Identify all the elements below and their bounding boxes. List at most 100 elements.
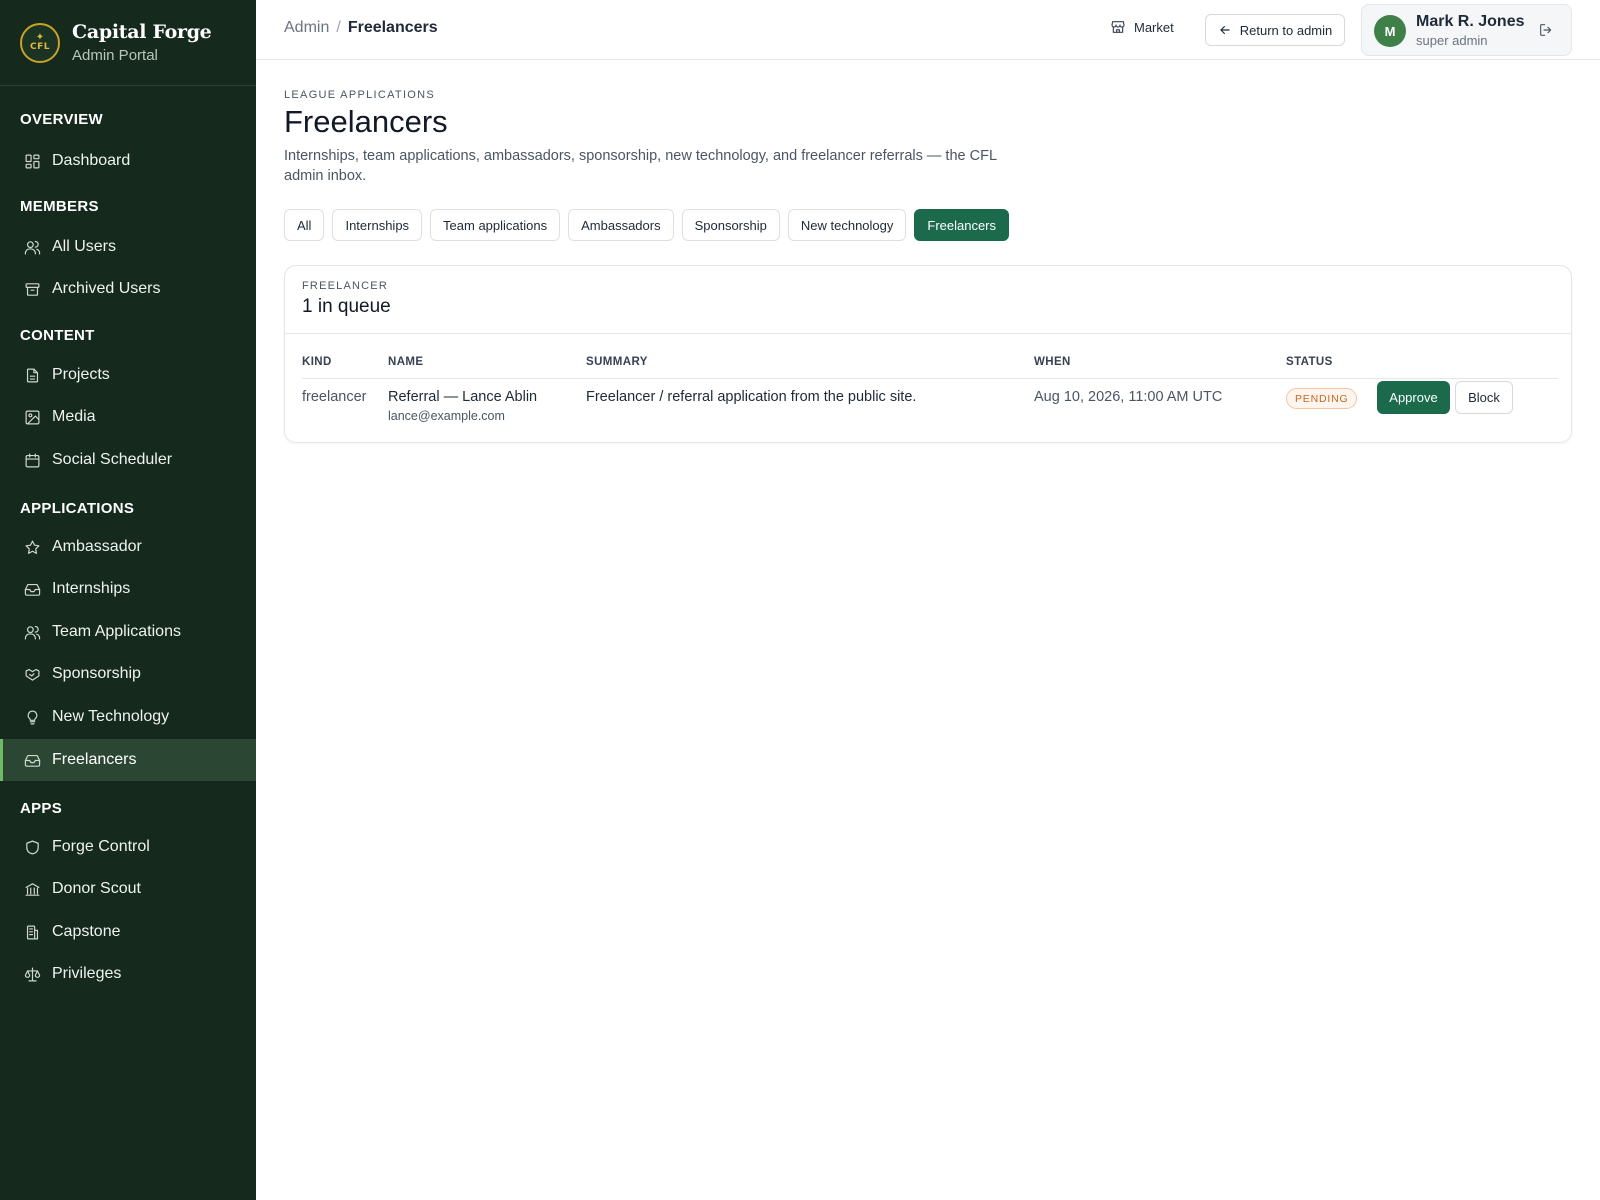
queue-eyebrow: FREELANCER <box>302 280 388 292</box>
user-card[interactable]: M Mark R. Jones super admin <box>1361 4 1572 56</box>
sidebar-item-media[interactable]: Media <box>0 396 256 438</box>
page-description: Internships, team applications, ambassad… <box>284 148 997 184</box>
nav-section-content: CONTENT <box>20 327 95 344</box>
inbox-icon <box>24 754 41 767</box>
header-divider <box>302 378 1558 379</box>
brand-logo: ✦ CFL <box>20 22 60 63</box>
users-icon <box>24 625 41 639</box>
sidebar-item-internships[interactable]: Internships <box>0 568 256 610</box>
building-icon <box>26 925 39 939</box>
approve-button[interactable]: Approve <box>1377 381 1450 414</box>
user-role: super admin <box>1416 33 1488 48</box>
filter-ambassadors[interactable]: Ambassadors <box>568 209 674 241</box>
brand-title: Capital Forge <box>72 21 212 43</box>
breadcrumb-admin-link[interactable]: Admin <box>284 19 329 37</box>
sidebar-item-ambassador[interactable]: Ambassador <box>0 526 256 568</box>
sidebar-item-projects[interactable]: Projects <box>0 354 256 396</box>
row-name: Referral — Lance Ablin <box>388 389 538 405</box>
lightbulb-icon <box>27 710 38 724</box>
row-kind: freelancer <box>302 389 367 405</box>
column-header-kind: KIND <box>302 356 332 368</box>
sidebar-item-label: Social Scheduler <box>52 451 173 468</box>
brand-subtitle: Admin Portal <box>72 47 158 64</box>
filter-freelancers[interactable]: Freelancers <box>914 209 1010 241</box>
sidebar-item-archived-users[interactable]: Archived Users <box>0 268 256 310</box>
logout-button[interactable] <box>1538 22 1556 40</box>
brand[interactable]: ✦ CFL Capital Forge Admin Portal <box>0 0 256 86</box>
sidebar-item-sponsorship[interactable]: Sponsorship <box>0 653 256 695</box>
return-to-admin-button[interactable]: Return to admin <box>1205 14 1345 46</box>
return-to-admin-label: Return to admin <box>1239 22 1333 38</box>
store-icon <box>1111 21 1125 33</box>
sidebar-item-dashboard[interactable]: Dashboard <box>0 140 256 182</box>
bank-icon <box>25 882 40 896</box>
filter-internships[interactable]: Internships <box>332 209 423 241</box>
queue-card: FREELANCER 1 in queue KIND NAME SUMMARY … <box>284 265 1572 443</box>
scale-icon <box>24 967 41 981</box>
page-eyebrow: LEAGUE APPLICATIONS <box>284 89 436 101</box>
file-icon <box>26 368 39 382</box>
page-title: Freelancers <box>284 104 448 139</box>
column-header-status: STATUS <box>1286 356 1333 368</box>
sidebar-item-label: Donor Scout <box>52 880 141 897</box>
sidebar-item-label: Freelancers <box>52 751 137 768</box>
market-link[interactable]: Market <box>1110 19 1174 35</box>
sidebar-item-label: Internships <box>52 580 131 597</box>
sidebar-item-label: Ambassador <box>52 538 142 555</box>
filter-new-technology[interactable]: New technology <box>787 209 907 241</box>
sidebar-item-donor-scout[interactable]: Donor Scout <box>0 868 256 910</box>
sidebar-item-label: Forge Control <box>52 838 150 855</box>
dashboard-icon <box>25 154 40 168</box>
sidebar-item-label: Archived Users <box>52 280 161 297</box>
sidebar-item-privileges[interactable]: Privileges <box>0 953 256 995</box>
sidebar-item-label: Dashboard <box>52 152 131 169</box>
sidebar-item-label: New Technology <box>52 708 170 725</box>
queue-count: 1 in queue <box>302 296 391 317</box>
nav-section-members: MEMBERS <box>20 198 99 215</box>
column-header-when: WHEN <box>1034 356 1071 368</box>
sidebar-item-new-technology[interactable]: New Technology <box>0 696 256 738</box>
column-header-name: NAME <box>388 356 424 368</box>
status-badge: PENDING <box>1286 388 1358 409</box>
row-email: lance@example.com <box>388 409 505 423</box>
calendar-icon <box>25 453 40 467</box>
sidebar-item-label: Projects <box>52 366 110 383</box>
breadcrumb-separator: / <box>336 19 341 36</box>
row-summary: Freelancer / referral application from t… <box>586 389 917 405</box>
sidebar-item-team-applications[interactable]: Team Applications <box>0 611 256 653</box>
nav-section-apps: APPS <box>20 800 63 817</box>
sidebar-item-all-users[interactable]: All Users <box>0 226 256 268</box>
handshake-icon <box>25 668 40 681</box>
archive-icon <box>25 282 40 296</box>
nav-section-applications: APPLICATIONS <box>20 500 135 517</box>
sidebar-item-label: Team Applications <box>52 623 181 640</box>
brand-logo-text: CFL <box>30 42 50 52</box>
sidebar-item-label: All Users <box>52 238 117 255</box>
breadcrumb-current: Freelancers <box>347 19 438 36</box>
sidebar-item-label: Media <box>52 408 96 425</box>
sidebar-item-capstone[interactable]: Capstone <box>0 911 256 953</box>
filter-sponsorship[interactable]: Sponsorship <box>681 209 780 241</box>
filter-team-applications[interactable]: Team applications <box>430 209 561 241</box>
sidebar-item-label: Sponsorship <box>52 665 141 682</box>
row-when: Aug 10, 2026, 11:00 AM UTC <box>1034 389 1223 405</box>
star-icon <box>25 540 40 554</box>
block-button[interactable]: Block <box>1455 381 1513 414</box>
avatar: M <box>1374 15 1406 47</box>
sidebar-item-label: Capstone <box>52 923 121 940</box>
filter-all[interactable]: All <box>284 209 325 241</box>
logout-icon <box>1540 24 1552 36</box>
column-header-summary: SUMMARY <box>586 356 648 368</box>
filter-tabs: All Internships Team applications Ambass… <box>284 209 1017 241</box>
sidebar-item-forge-control[interactable]: Forge Control <box>0 826 256 868</box>
image-icon <box>25 410 40 424</box>
sidebar-item-freelancers[interactable]: Freelancers <box>0 739 256 781</box>
topbar: Admin / Freelancers Market Return to adm… <box>256 0 1600 60</box>
nav-section-overview: OVERVIEW <box>20 111 103 128</box>
arrow-left-icon <box>1220 25 1230 35</box>
sidebar-item-social-scheduler[interactable]: Social Scheduler <box>0 439 256 481</box>
sidebar: ✦ CFL Capital Forge Admin Portal OVERVIE… <box>0 0 256 1200</box>
inbox-icon <box>24 583 41 596</box>
breadcrumb: Admin / Freelancers <box>284 19 438 37</box>
market-label: Market <box>1134 19 1174 35</box>
